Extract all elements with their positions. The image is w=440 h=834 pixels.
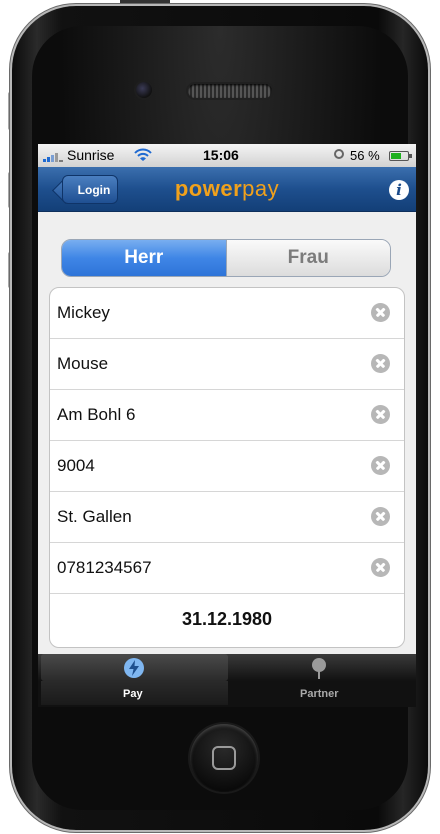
form-area: Herr Frau Mickey Mouse Am Bohl 6 9004 St… (38, 212, 416, 654)
tab-labels-strip: Pay Partner (38, 681, 416, 707)
birthdate-field[interactable]: 31.12.1980 (50, 594, 404, 646)
battery-percent: 56 % (350, 148, 380, 163)
login-back-button[interactable]: Login (62, 175, 118, 204)
home-square-icon (212, 746, 236, 770)
tab-pay[interactable] (41, 654, 228, 681)
segment-herr[interactable]: Herr (62, 240, 226, 276)
tab-label-pay[interactable]: Pay (123, 688, 143, 700)
alarm-icon (334, 149, 344, 159)
clear-icon[interactable] (371, 456, 390, 475)
camera-icon (136, 82, 152, 98)
clear-icon[interactable] (371, 558, 390, 577)
tab-partner[interactable] (228, 654, 415, 681)
signal-icon (43, 151, 63, 162)
home-button[interactable] (190, 724, 258, 792)
street-field[interactable]: Am Bohl 6 (50, 390, 404, 441)
phone-field[interactable]: 0781234567 (50, 543, 404, 594)
pin-icon (312, 658, 326, 679)
navigation-bar: Login powerpay i (38, 167, 416, 212)
first-name-field[interactable]: Mickey (50, 288, 404, 339)
last-name-field[interactable]: Mouse (50, 339, 404, 390)
status-time: 15:06 (203, 147, 239, 163)
segment-frau[interactable]: Frau (225, 240, 390, 276)
tab-bar (38, 654, 416, 681)
bolt-icon (124, 658, 144, 678)
zip-field[interactable]: 9004 (50, 441, 404, 492)
personal-data-form: Mickey Mouse Am Bohl 6 9004 St. Gallen 0… (49, 287, 405, 648)
clear-icon[interactable] (371, 354, 390, 373)
speaker-grille (188, 84, 272, 98)
battery-icon (389, 151, 412, 161)
tab-label-partner[interactable]: Partner (300, 688, 339, 700)
app-screen: Sunrise 15:06 56 % Login powerpay i Herr… (38, 144, 416, 681)
info-button[interactable]: i (389, 180, 409, 200)
clear-icon[interactable] (371, 303, 390, 322)
carrier-name: Sunrise (67, 147, 115, 163)
status-bar: Sunrise 15:06 56 % (38, 144, 416, 167)
clear-icon[interactable] (371, 507, 390, 526)
wifi-icon (134, 148, 152, 161)
city-field[interactable]: St. Gallen (50, 492, 404, 543)
salutation-segmented-control: Herr Frau (61, 239, 391, 277)
clear-icon[interactable] (371, 405, 390, 424)
